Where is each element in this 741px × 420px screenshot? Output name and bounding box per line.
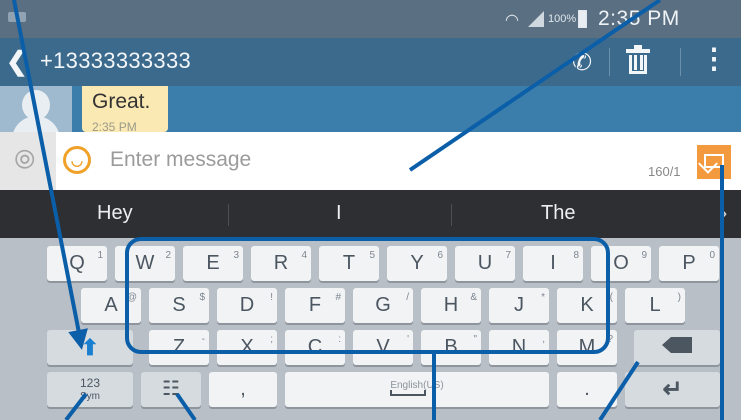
key-x[interactable]: X; (217, 330, 277, 365)
key-w[interactable]: W2 (115, 246, 175, 281)
wifi-icon: ◠ (505, 12, 519, 29)
key-l[interactable]: L) (625, 288, 685, 323)
key-v[interactable]: V ' (353, 330, 413, 365)
key-p[interactable]: P0 (659, 246, 719, 281)
key-c[interactable]: C: (285, 330, 345, 365)
key-g[interactable]: G / (353, 288, 413, 323)
screen: { "status_bar": {"battery": "100%", "tim… (0, 0, 741, 420)
divider (680, 48, 681, 76)
backspace-icon (662, 337, 692, 353)
enter-key[interactable]: ↵ (625, 372, 720, 407)
key-t[interactable]: T5 (319, 246, 379, 281)
key-z[interactable]: Z- (149, 330, 209, 365)
key-b[interactable]: B " (421, 330, 481, 365)
shift-key[interactable]: ⬆ (47, 330, 133, 365)
key-j[interactable]: J * (489, 288, 549, 323)
key-s[interactable]: S $ (149, 288, 209, 323)
message-text: Great. (92, 90, 151, 113)
send-icon[interactable] (697, 145, 731, 179)
paperclip-icon: ⦾ (6, 141, 43, 178)
key-d[interactable]: D! (217, 288, 277, 323)
message-thread: Great. 2:35 PM (0, 86, 741, 142)
more-vertical-icon[interactable]: ⋮ (700, 45, 728, 73)
key-a[interactable]: A @ (81, 288, 141, 323)
battery-percent: 100% (548, 13, 577, 25)
backspace-key[interactable] (634, 330, 720, 365)
key-i[interactable]: I8 (523, 246, 583, 281)
notification-icon (8, 12, 26, 22)
message-bubble[interactable]: Great. 2:35 PM (82, 86, 168, 134)
phone-icon[interactable]: ✆ (572, 48, 592, 77)
chevron-right-icon[interactable]: › (720, 200, 727, 226)
suggestion-item[interactable]: The (541, 202, 575, 225)
suggestion-item[interactable]: Hey (97, 202, 133, 225)
key-y[interactable]: Y6 (387, 246, 447, 281)
status-bar: ◠ 100% 2:35 PM (0, 0, 741, 38)
key-h[interactable]: H & (421, 288, 481, 323)
voice-input-icon[interactable]: ☷ (141, 372, 201, 407)
key-o[interactable]: O9 (591, 246, 651, 281)
shift-icon: ⬆ (80, 335, 100, 360)
conversation-header: ❮ +13333333333 ✆ ⋮ (0, 38, 741, 86)
space-key[interactable]: English(US) (285, 372, 549, 407)
key-n[interactable]: N, (489, 330, 549, 365)
recipient-number: +13333333333 (40, 48, 192, 73)
keyboard: Q1 W2 E3 R4 T5 Y6 U7 I8 O9 P0 A @ S $ D! F… (0, 238, 741, 420)
symbols-key[interactable]: 123 Sym (47, 372, 133, 407)
key-u[interactable]: U7 (455, 246, 515, 281)
key-f[interactable]: F # (285, 288, 345, 323)
back-arrow-icon[interactable]: ❮ (6, 46, 28, 77)
key-k[interactable]: K( (557, 288, 617, 323)
message-input[interactable] (110, 144, 590, 176)
battery-icon (578, 10, 587, 28)
divider (228, 204, 229, 226)
clock: 2:35 PM (598, 7, 680, 30)
trash-icon[interactable] (626, 45, 650, 75)
key-e[interactable]: E3 (183, 246, 243, 281)
emoji-icon[interactable]: ◡ (63, 146, 91, 174)
character-counter: 160/1 (648, 164, 681, 179)
key-period[interactable]: . (557, 372, 617, 407)
key-m[interactable]: M? (557, 330, 617, 365)
attach-button[interactable]: ⦾ (0, 132, 56, 190)
signal-icon (528, 11, 544, 27)
enter-icon: ↵ (662, 376, 683, 403)
key-r[interactable]: R4 (251, 246, 311, 281)
divider (609, 48, 610, 76)
key-comma[interactable]: , (209, 372, 277, 407)
suggestion-item[interactable]: I (336, 202, 342, 225)
suggestion-bar: Hey I The › (0, 190, 741, 238)
key-q[interactable]: Q1 (47, 246, 107, 281)
avatar[interactable] (0, 86, 72, 142)
divider (451, 204, 452, 226)
composer: ⦾ ◡ 160/1 (0, 132, 741, 190)
